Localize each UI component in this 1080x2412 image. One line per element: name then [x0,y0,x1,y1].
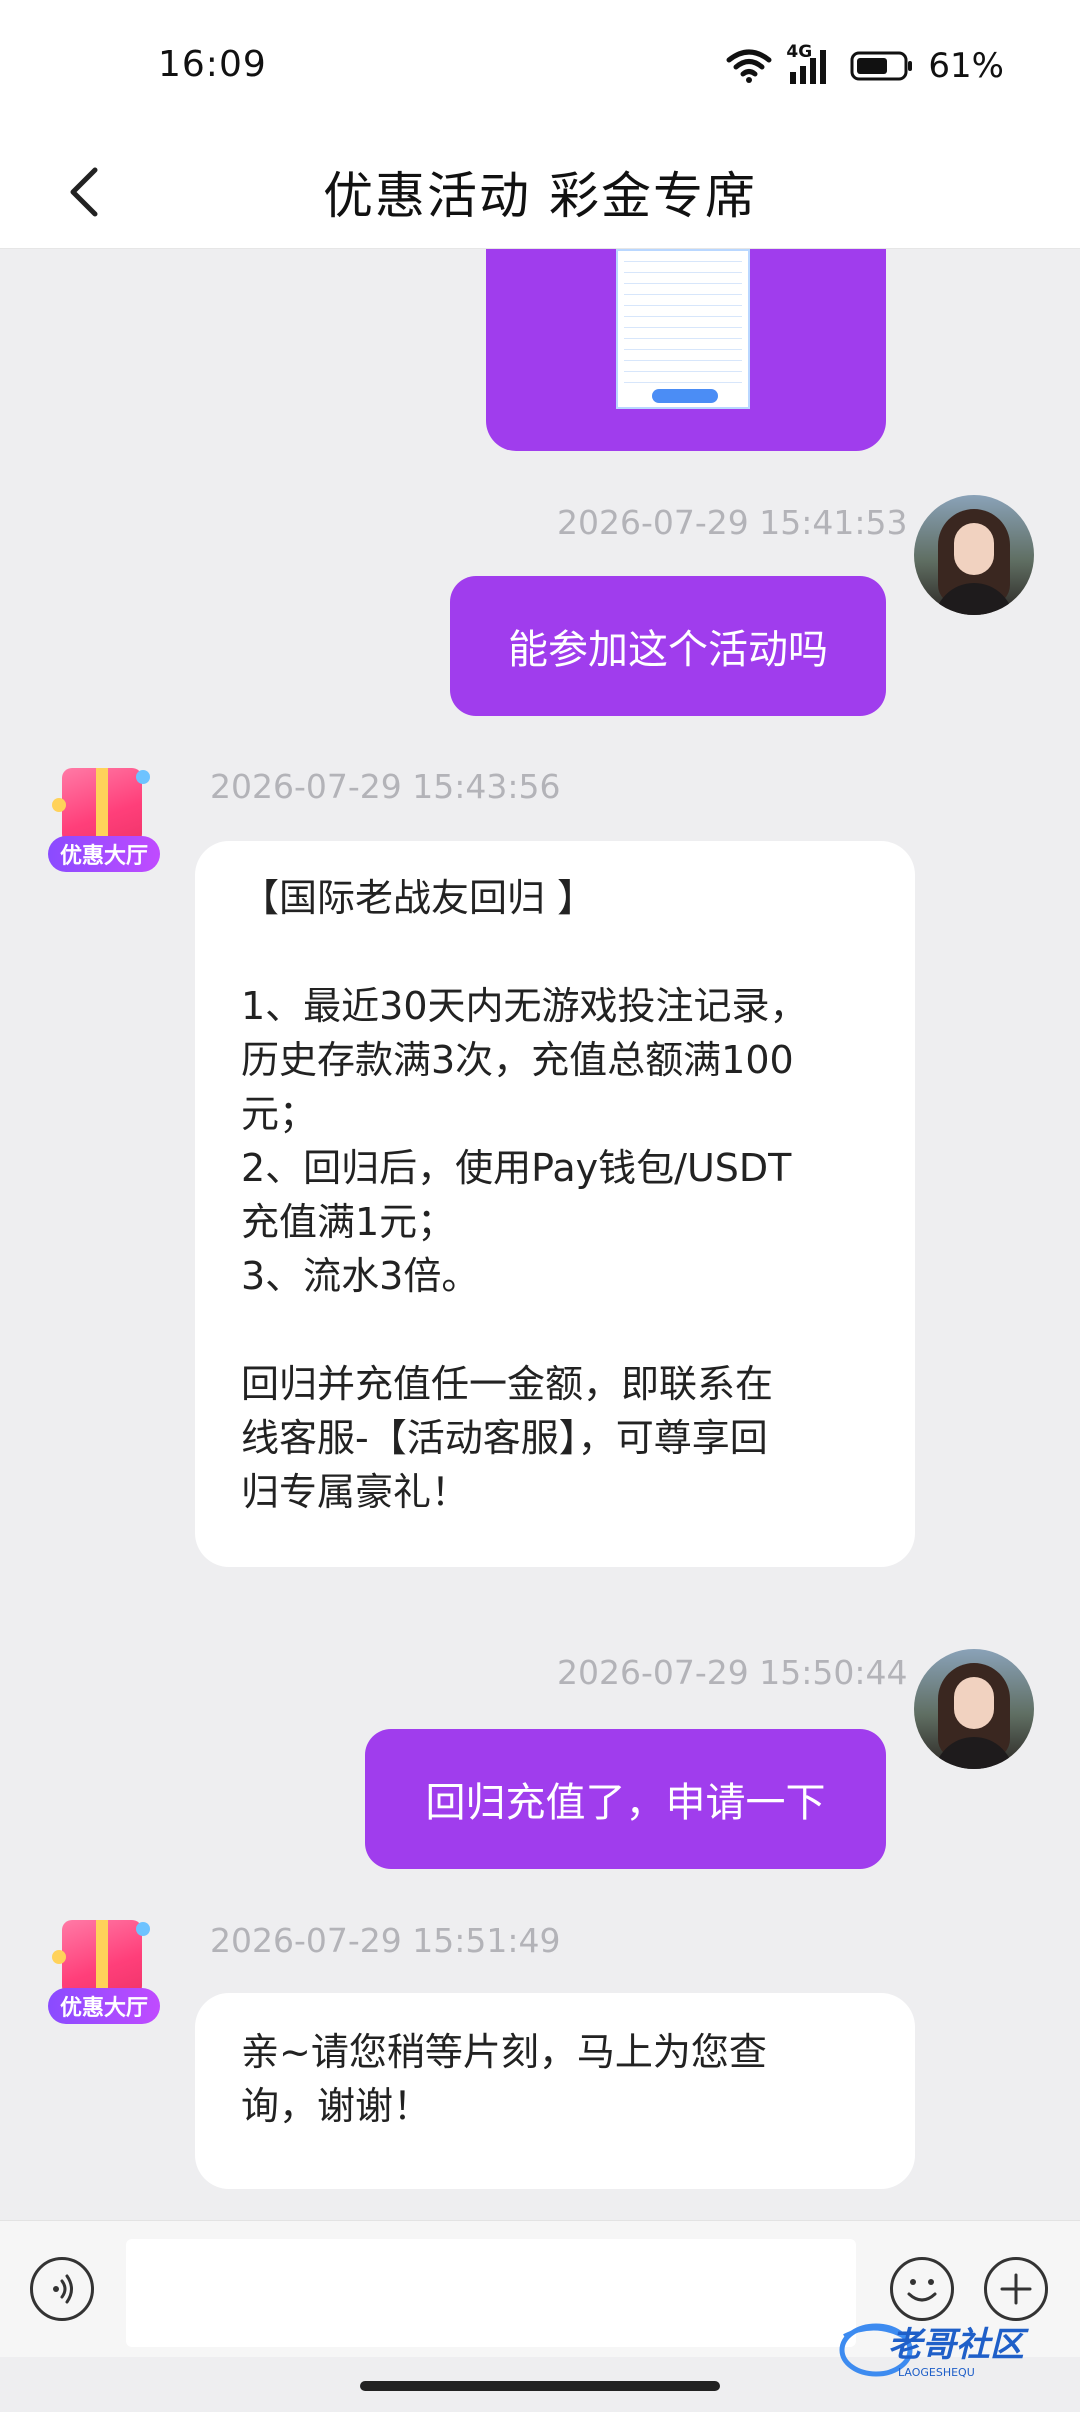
agent-badge-label: 优惠大厅 [48,836,160,872]
agent-badge-label: 优惠大厅 [48,1988,160,2024]
watermark-text: 老哥社区 [888,2325,1029,2365]
battery-percentage: 61% [928,46,1004,86]
status-time: 16:09 [158,44,267,85]
more-options-button[interactable] [984,2257,1048,2321]
image-message-bubble[interactable] [486,249,886,451]
gift-box-graphic [62,768,142,844]
signal-icon: 4G [786,42,836,86]
activity-poster-thumbnail[interactable] [616,249,750,409]
message-list[interactable]: 2026-07-29 15:41:53 能参加这个活动吗 优惠大厅 2026-0… [0,249,1080,2219]
user-avatar[interactable] [914,1649,1034,1769]
message-timestamp: 2026-07-29 15:50:44 [557,1653,908,1692]
chat-header: 优惠活动 彩金专席 [0,136,1080,249]
message-input[interactable] [126,2239,856,2347]
plus-icon [1000,2273,1032,2305]
wifi-icon [726,49,772,83]
battery-icon [850,51,913,81]
incoming-message-bubble[interactable]: 【国际老战友回归 】 1、最近30天内无游戏投注记录， 历史存款满3次，充值总额… [195,841,915,1567]
outgoing-message-bubble[interactable]: 回归充值了，申请一下 [365,1729,886,1869]
emoji-button[interactable] [890,2257,954,2321]
voice-icon [53,2274,73,2304]
status-icons: 4G 61% [726,42,1004,88]
user-avatar[interactable] [914,495,1034,615]
voice-button[interactable] [30,2257,94,2321]
status-bar: 16:09 4G 61% [0,0,1080,136]
incoming-message-bubble[interactable]: 亲~请您稍等片刻，马上为您查 询，谢谢！ [195,1993,915,2189]
page-title: 优惠活动 彩金专席 [323,167,757,225]
message-timestamp: 2026-07-29 15:43:56 [210,767,561,806]
agent-avatar[interactable]: 优惠大厅 [44,1914,164,2034]
watermark-subtext: LAOGESHEQU [898,2366,975,2379]
emoji-icon [907,2279,937,2302]
gift-box-graphic [62,1920,142,1996]
message-timestamp: 2026-07-29 15:51:49 [210,1921,561,1960]
outgoing-message-bubble[interactable]: 能参加这个活动吗 [450,576,886,716]
poster-button-graphic [652,389,718,403]
site-watermark-logo: 老哥社区 LAOGESHEQU [836,2316,1072,2380]
message-timestamp: 2026-07-29 15:41:53 [557,503,908,542]
home-indicator[interactable] [360,2381,720,2391]
agent-avatar[interactable]: 优惠大厅 [44,762,164,882]
